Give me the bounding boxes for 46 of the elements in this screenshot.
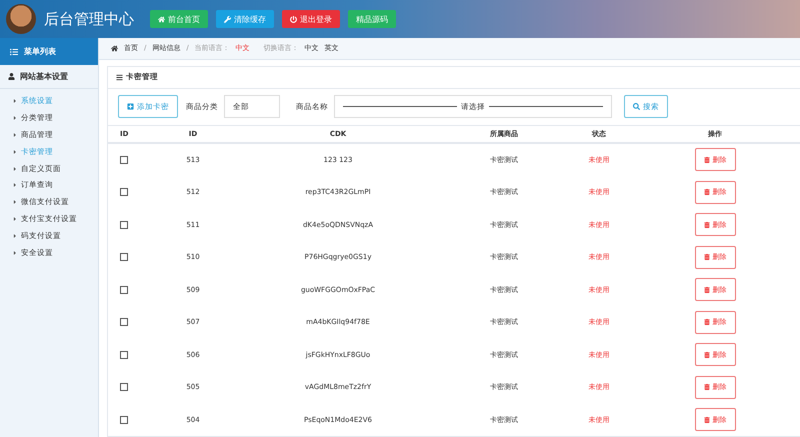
trash-icon [704,222,710,228]
row-checkbox[interactable] [120,383,128,392]
caret-icon [12,132,18,138]
home-icon [111,44,118,52]
header-button[interactable]: 退出登录 [282,10,340,28]
caret-icon [12,199,18,206]
trash-icon [704,254,710,260]
menu-group[interactable]: 网站基本设置 [0,65,98,89]
trash-icon [704,286,710,293]
trash-icon [704,352,710,358]
caret-icon [12,148,18,155]
menu-title: 菜单列表 [24,46,56,57]
menu-icon [116,74,123,80]
trash-icon [704,189,710,196]
trash-icon [704,384,710,390]
caret-icon [12,250,18,256]
trash-icon [704,319,710,326]
home-icon [158,16,165,22]
caret-icon [12,232,18,239]
trash-icon [704,416,710,423]
caret-icon [12,182,18,188]
trash-icon [704,156,710,163]
search-icon [633,103,640,110]
user-icon [8,73,15,80]
caret-icon [12,98,18,104]
row-checkbox[interactable] [120,286,128,294]
row-checkbox[interactable] [120,156,128,164]
list-icon [10,48,18,56]
caret-icon [12,115,18,122]
row-checkbox[interactable] [120,220,128,229]
row-checkbox[interactable] [120,318,128,326]
row-checkbox[interactable] [120,416,128,424]
wrench-icon [224,16,231,22]
caret-icon [12,216,18,222]
row-checkbox[interactable] [120,253,128,262]
row-checkbox[interactable] [120,188,128,196]
header-button[interactable]: 精品源码 [348,10,396,28]
avatar [6,4,36,34]
header-button[interactable]: 清除缓存 [216,10,274,28]
group-label: 网站基本设置 [20,71,68,82]
plus-icon [127,103,134,110]
power-icon [290,16,297,22]
caret-icon [12,166,18,172]
row-checkbox[interactable] [120,350,128,359]
app-title: 后台管理中心 [44,10,134,28]
header-button[interactable]: 前台首页 [150,10,208,28]
